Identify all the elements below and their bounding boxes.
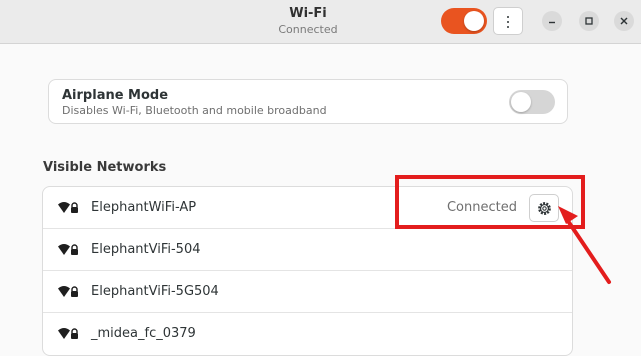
close-icon <box>620 17 628 25</box>
airplane-mode-switch[interactable] <box>509 90 555 114</box>
wifi-secured-icon <box>58 244 78 255</box>
network-row[interactable]: ElephantViFi-5G504 <box>43 271 572 313</box>
airplane-mode-switch-knob <box>511 92 531 112</box>
window-subtitle: Connected <box>278 23 338 36</box>
network-row[interactable]: _midea_fc_0379 <box>43 313 572 355</box>
network-row[interactable]: ElephantViFi-504 <box>43 229 572 271</box>
airplane-mode-title: Airplane Mode <box>62 88 169 103</box>
minimize-button[interactable] <box>542 11 562 31</box>
maximize-icon <box>585 17 593 25</box>
wifi-secured-icon <box>58 202 78 213</box>
minimize-icon <box>549 21 555 24</box>
wifi-toggle-knob <box>464 11 484 31</box>
network-name: ElephantViFi-504 <box>91 242 201 257</box>
wifi-secured-icon <box>58 286 78 297</box>
airplane-mode-row: Airplane Mode Disables Wi-Fi, Bluetooth … <box>48 79 568 124</box>
airplane-mode-description: Disables Wi-Fi, Bluetooth and mobile bro… <box>62 104 327 117</box>
visible-networks-heading: Visible Networks <box>43 160 167 175</box>
network-name: ElephantViFi-5G504 <box>91 284 219 299</box>
network-name: ElephantWiFi-AP <box>91 200 197 215</box>
window-title: Wi-Fi <box>289 6 327 21</box>
annotation-highlight-box <box>395 175 585 229</box>
menu-button[interactable] <box>493 7 523 35</box>
header-bar: Wi-Fi Connected <box>0 0 641 44</box>
wifi-secured-icon <box>58 328 78 339</box>
close-button[interactable] <box>614 11 634 31</box>
maximize-button[interactable] <box>579 11 599 31</box>
wifi-toggle[interactable] <box>441 8 487 34</box>
network-name: _midea_fc_0379 <box>91 326 196 341</box>
